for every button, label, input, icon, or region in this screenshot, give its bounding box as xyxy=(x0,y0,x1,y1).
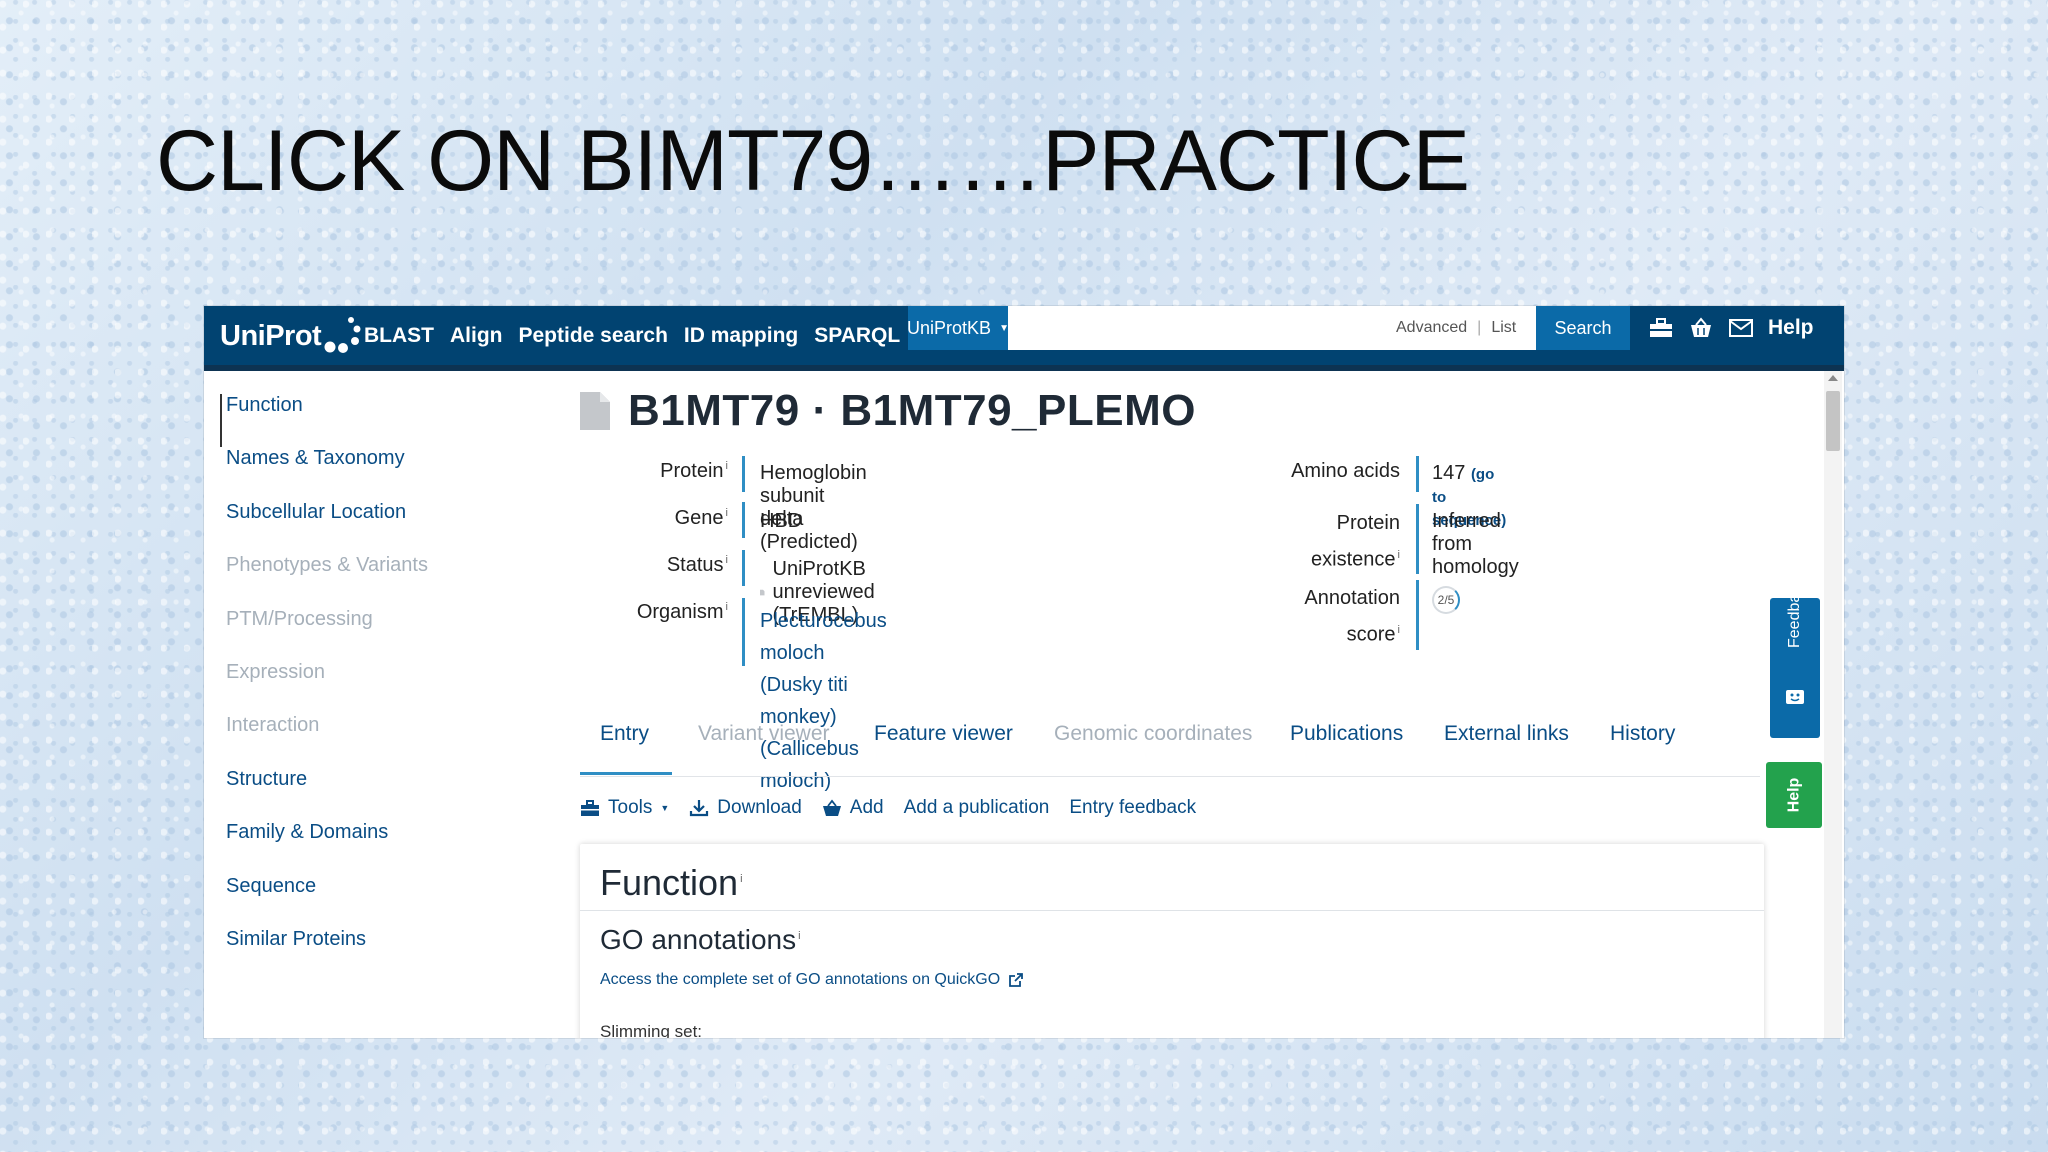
annotation-score-label: Annotation score i xyxy=(1304,587,1400,646)
sidebar-item-family-domains[interactable]: Family & Domains xyxy=(226,821,526,874)
toolbox-icon xyxy=(581,800,599,816)
active-tab-indicator xyxy=(580,772,672,775)
separator: | xyxy=(1477,319,1482,336)
help-link[interactable]: Help xyxy=(1768,306,1814,350)
main-nav: BLAST Align Peptide search ID mapping SP… xyxy=(364,306,900,365)
database-select[interactable]: UniProtKB ▼ xyxy=(907,306,1009,350)
entry-feedback-button[interactable]: Entry feedback xyxy=(1069,797,1196,819)
tab-variant-viewer: Variant viewer xyxy=(698,722,830,745)
toolbox-icon[interactable] xyxy=(1648,316,1674,340)
nav-blast[interactable]: BLAST xyxy=(364,324,434,348)
tools-label: Tools xyxy=(608,797,653,818)
basket-icon xyxy=(822,799,841,816)
sidebar-item-function[interactable]: Function xyxy=(220,394,526,448)
section-sidebar: Function Names & Taxonomy Subcellular Lo… xyxy=(220,394,526,981)
entry-heading: B1MT79 · B1MT79_PLEMO xyxy=(580,386,1196,436)
gene-name: HBD xyxy=(760,510,803,532)
download-icon xyxy=(690,800,709,817)
unreviewed-document-icon xyxy=(580,392,610,430)
tab-history[interactable]: History xyxy=(1610,722,1675,746)
sidebar-item-phenotypes-variants: Phenotypes & Variants xyxy=(226,554,428,577)
protein-name: Hemoglobin subunit delta (Predicted) xyxy=(760,462,867,553)
mail-icon[interactable] xyxy=(1728,316,1754,340)
info-bar xyxy=(742,456,745,492)
help-tab[interactable]: Help xyxy=(1766,762,1822,828)
download-button[interactable]: Download xyxy=(689,797,802,819)
info-bar xyxy=(1416,456,1419,492)
tab-publications[interactable]: Publications xyxy=(1290,722,1403,746)
info-bar xyxy=(1416,580,1419,650)
unreviewed-icon xyxy=(760,589,765,596)
sidebar-item-ptm-processing: PTM/Processing xyxy=(226,607,373,630)
nav-peptide-search[interactable]: Peptide search xyxy=(519,324,668,348)
sidebar-item-similar-proteins[interactable]: Similar Proteins xyxy=(226,928,526,981)
scrollbar-thumb[interactable] xyxy=(1826,391,1840,451)
smiley-icon xyxy=(1786,690,1804,704)
slide-title: CLICK ON BIMT79……PRACTICE xyxy=(156,113,1470,209)
organism-label: Organism i xyxy=(636,601,728,623)
feedback-tab[interactable]: Feedback xyxy=(1770,577,1820,738)
nav-sparql[interactable]: SPARQL xyxy=(814,324,900,348)
info-bar xyxy=(742,598,745,666)
tab-genomic-coordinates: Genomic coordinates xyxy=(1054,722,1253,745)
sidebar-item-subcellular-location[interactable]: Subcellular Location xyxy=(226,501,526,554)
sidebar-item-structure[interactable]: Structure xyxy=(226,768,526,821)
sidebar-item-interaction: Interaction xyxy=(226,714,320,737)
help-tab-label: Help xyxy=(1784,777,1802,813)
quickgo-link[interactable]: Access the complete set of GO annotation… xyxy=(600,971,1024,989)
entry-tabs: Entry Variant viewer Feature viewer Geno… xyxy=(580,702,1760,777)
info-bar xyxy=(742,550,745,586)
logo-text: UniProt xyxy=(220,319,322,352)
go-annotations-heading: GO annotations i xyxy=(600,924,801,955)
status-label: Status i xyxy=(666,554,728,576)
protein-existence-value: Inferred from homology xyxy=(1432,510,1519,578)
sidebar-item-sequence[interactable]: Sequence xyxy=(226,875,526,928)
add-label: Add xyxy=(849,797,884,818)
annotation-score-badge[interactable]: 2/5 xyxy=(1432,586,1460,614)
nav-align[interactable]: Align xyxy=(450,324,503,348)
search-button[interactable]: Search xyxy=(1536,306,1630,350)
tab-entry[interactable]: Entry xyxy=(600,722,649,746)
advanced-search-link[interactable]: Advanced xyxy=(1396,319,1467,337)
feedback-label: Feedback xyxy=(1786,577,1803,648)
protein-label: Protein i xyxy=(660,460,728,482)
gene-label: Gene i xyxy=(674,507,728,529)
sidebar-item-expression: Expression xyxy=(226,660,325,683)
utility-icons xyxy=(1648,306,1754,350)
divider xyxy=(580,910,1764,911)
slimming-set-label: Slimming set: xyxy=(600,1022,703,1038)
info-bar xyxy=(742,502,745,538)
tab-feature-viewer[interactable]: Feature viewer xyxy=(874,722,1013,746)
amino-acids-label: Amino acids xyxy=(1291,460,1400,482)
sidebar-item-names-taxonomy[interactable]: Names & Taxonomy xyxy=(226,447,526,500)
tools-dropdown[interactable]: Tools ▼ xyxy=(580,797,669,819)
scroll-up-arrow-icon[interactable] xyxy=(1828,375,1838,381)
add-publication-button[interactable]: Add a publication xyxy=(904,797,1050,819)
basket-icon[interactable] xyxy=(1688,316,1714,340)
list-search-link[interactable]: List xyxy=(1491,319,1516,337)
nav-id-mapping[interactable]: ID mapping xyxy=(684,324,798,348)
function-heading: Function i xyxy=(600,862,743,903)
add-to-basket-button[interactable]: Add xyxy=(822,797,884,819)
external-link-icon xyxy=(1009,973,1024,987)
entry-toolbar: Tools ▼ Download Add Add a publication E… xyxy=(580,790,1196,826)
logo-dots-icon xyxy=(324,317,361,353)
info-bar xyxy=(1416,504,1419,574)
tab-external-links[interactable]: External links xyxy=(1444,722,1569,746)
top-bar: UniProt BLAST Align Peptide search ID ma… xyxy=(204,306,1844,371)
page-scrollbar[interactable] xyxy=(1824,371,1842,1038)
uniprot-logo[interactable]: UniProt xyxy=(220,314,365,358)
database-select-label: UniProtKB xyxy=(907,317,992,338)
function-card: Function i GO annotations i Access the com… xyxy=(580,844,1764,1038)
uniprot-screenshot: UniProt BLAST Align Peptide search ID ma… xyxy=(204,306,1844,1038)
caret-down-icon: ▼ xyxy=(660,803,670,813)
protein-existence-label: Protein existence i xyxy=(1311,512,1400,571)
search-options: Advanced | List xyxy=(1396,306,1516,350)
download-label: Download xyxy=(717,797,802,818)
entry-title: B1MT79 · B1MT79_PLEMO xyxy=(628,386,1196,435)
